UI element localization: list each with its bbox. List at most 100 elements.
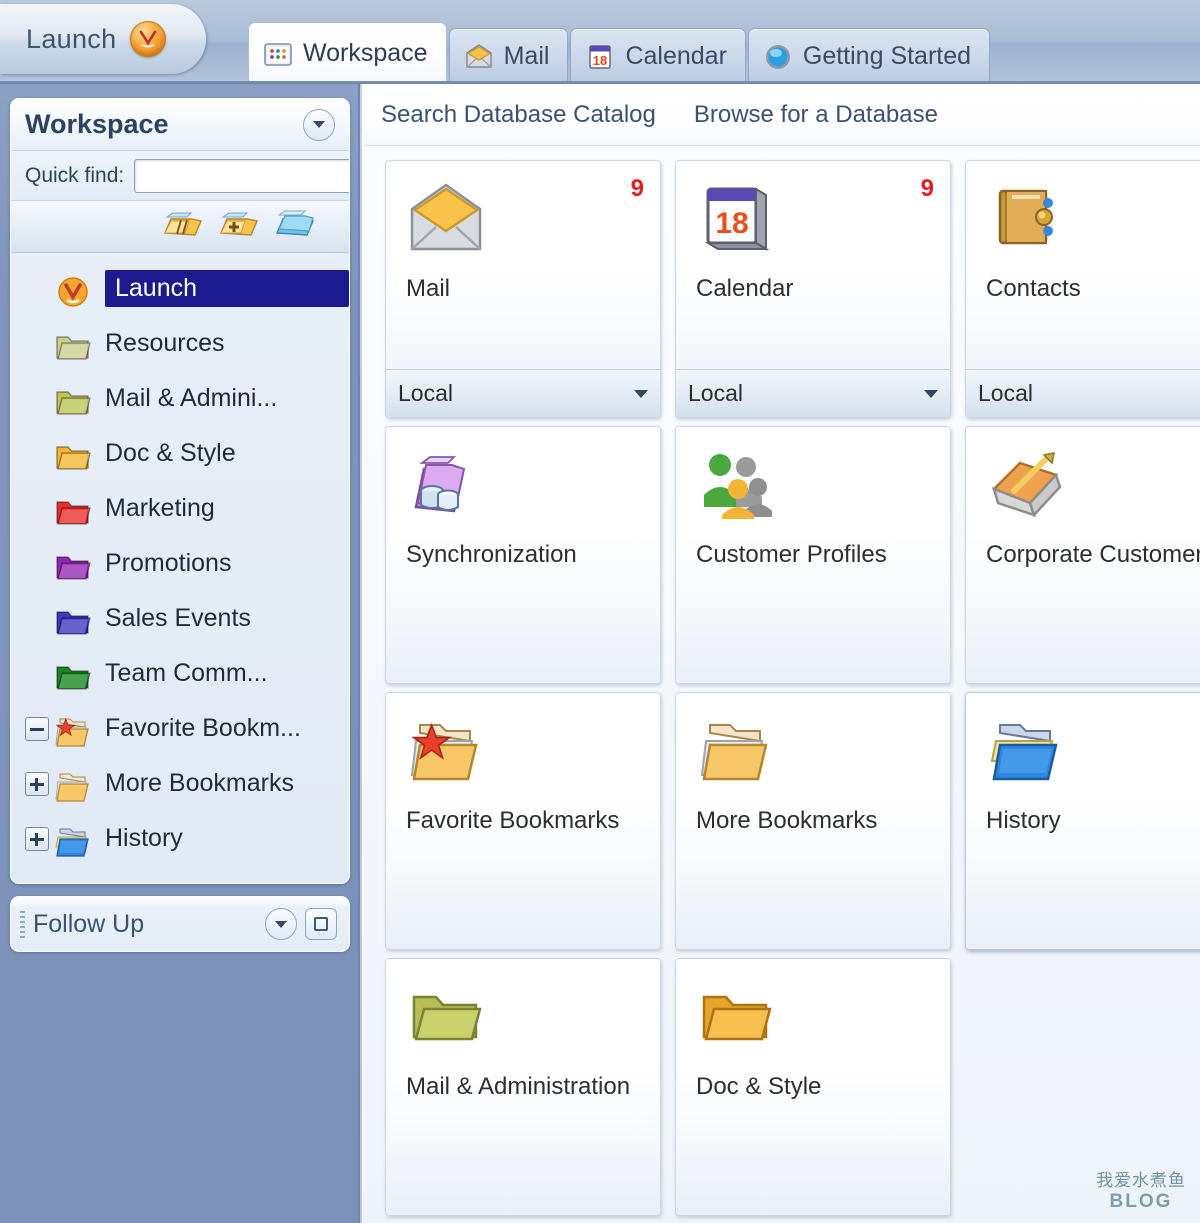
tab-getting-started[interactable]: Getting Started xyxy=(747,28,991,84)
database-tile-grid: 9 Mail Local 18 9 Calendar Local Contacts Local S… xyxy=(363,146,1200,1216)
add-folder-icon[interactable] xyxy=(217,207,265,247)
sidebar-item-favorite-bookm[interactable]: Favorite Bookm... xyxy=(11,701,349,756)
folder-icon xyxy=(53,437,95,471)
database-tile-title: Corporate Customers xyxy=(986,541,1200,568)
tab-getting-started-label: Getting Started xyxy=(802,42,972,70)
tab-calendar[interactable]: 18 Calendar xyxy=(570,28,746,84)
blue-sphere-icon xyxy=(763,42,793,72)
sidebar-item-mail-admini[interactable]: Mail & Admini... xyxy=(11,371,349,426)
sync-database-icon xyxy=(406,445,486,525)
sidebar-item-doc-style[interactable]: Doc & Style xyxy=(11,426,349,481)
database-tile-title: Mail & Administration xyxy=(406,1073,631,1100)
blue-folders-icon[interactable] xyxy=(273,207,321,247)
sidebar-item-label: Launch xyxy=(105,270,349,307)
database-tile-title: Mail xyxy=(406,275,451,302)
history-folder-icon xyxy=(986,711,1066,791)
calendar-18-icon: 18 xyxy=(696,179,776,259)
workspace-panel-header: Workspace xyxy=(11,99,349,151)
database-tile[interactable]: Synchronization xyxy=(385,426,661,684)
database-tile[interactable]: 9 Mail Local xyxy=(385,160,661,418)
tab-workspace-label: Workspace xyxy=(303,39,428,67)
follow-up-panel[interactable]: Follow Up xyxy=(10,896,350,952)
workspace-tree: Launch Resources Mail & Admini... Doc & Sty… xyxy=(11,253,349,883)
history-folder-icon xyxy=(53,822,95,857)
chevron-down-icon[interactable] xyxy=(924,389,938,398)
tile-location-bar[interactable]: Local xyxy=(676,369,950,417)
browse-for-a-database-link[interactable]: Browse for a Database xyxy=(694,101,938,129)
sidebar-item-history[interactable]: History xyxy=(11,811,349,866)
sidebar-item-resources[interactable]: Resources xyxy=(11,316,349,371)
launch-button[interactable]: Launch xyxy=(0,4,206,74)
database-tile[interactable]: Doc & Style xyxy=(675,958,951,1216)
favorite-folder-icon xyxy=(53,712,95,747)
favorite-folder-icon xyxy=(406,711,486,791)
database-tile-title: Doc & Style xyxy=(696,1073,822,1100)
folder-stack-icon xyxy=(696,711,776,791)
unread-count-badge: 9 xyxy=(920,175,934,202)
sidebar-item-label: More Bookmarks xyxy=(105,769,294,797)
mail-envelope-icon xyxy=(464,42,494,72)
drag-handle[interactable] xyxy=(20,911,25,939)
collapse-icon[interactable] xyxy=(25,716,49,741)
chevron-down-icon[interactable] xyxy=(303,108,335,141)
chevron-down-icon[interactable] xyxy=(265,908,297,940)
database-tile[interactable]: Customer Profiles xyxy=(675,426,951,684)
calendar-18-icon: 18 xyxy=(585,42,615,72)
sidebar-item-team-comm[interactable]: Team Comm... xyxy=(11,646,349,701)
lotus-notes-orb-icon xyxy=(130,21,167,57)
sidebar-item-more-bookmarks[interactable]: More Bookmarks xyxy=(11,756,349,811)
tile-location-bar[interactable]: Local xyxy=(386,369,660,417)
quick-find-input[interactable] xyxy=(134,158,349,193)
database-tile[interactable]: Favorite Bookmarks xyxy=(385,692,661,950)
launch-button-label: Launch xyxy=(26,23,117,54)
database-tile-title: Favorite Bookmarks xyxy=(406,807,620,834)
folder-icon xyxy=(53,492,95,526)
book-pencil-icon xyxy=(986,445,1066,525)
action-bar: Search Database Catalog Browse for a Dat… xyxy=(363,84,1200,146)
tab-workspace[interactable]: Workspace xyxy=(248,22,447,84)
sidebar: Workspace Quick find: Launch Resources M… xyxy=(0,84,360,1223)
tab-strip: Workspace Mail 18 Calendar Getting Start… xyxy=(248,22,992,84)
sidebar-item-label: Resources xyxy=(105,329,225,357)
address-book-icon xyxy=(986,179,1066,259)
sidebar-item-launch[interactable]: Launch xyxy=(11,261,349,316)
workspace-icon xyxy=(263,39,293,69)
sort-folders-icon[interactable] xyxy=(161,207,209,247)
follow-up-title: Follow Up xyxy=(33,909,145,938)
sidebar-item-sales-events[interactable]: Sales Events xyxy=(11,591,349,646)
expand-icon[interactable] xyxy=(25,771,49,796)
tab-mail-label: Mail xyxy=(503,42,550,70)
database-tile[interactable]: Corporate Customers xyxy=(965,426,1200,684)
database-tile[interactable]: Mail & Administration xyxy=(385,958,661,1216)
chevron-down-icon[interactable] xyxy=(634,389,648,398)
tile-location-label: Local xyxy=(688,380,743,406)
sidebar-item-label: Promotions xyxy=(105,549,232,577)
database-tile[interactable]: 18 9 Calendar Local xyxy=(675,160,951,418)
database-tile[interactable]: More Bookmarks xyxy=(675,692,951,950)
expand-icon[interactable] xyxy=(25,826,49,851)
workspace-toolbar xyxy=(11,201,349,253)
sidebar-item-promotions[interactable]: Promotions xyxy=(11,536,349,591)
sidebar-item-label: Favorite Bookm... xyxy=(105,714,301,742)
sidebar-item-label: Team Comm... xyxy=(105,659,268,687)
search-database-catalog-link[interactable]: Search Database Catalog xyxy=(381,101,656,129)
unread-count-badge: 9 xyxy=(630,175,644,202)
database-tile[interactable]: Contacts Local xyxy=(965,160,1200,418)
restore-window-icon[interactable] xyxy=(305,908,337,940)
sidebar-item-label: Doc & Style xyxy=(105,439,236,467)
launch-orb-icon xyxy=(53,272,95,307)
people-group-icon xyxy=(696,445,776,525)
database-tile[interactable]: History xyxy=(965,692,1200,950)
sidebar-item-marketing[interactable]: Marketing xyxy=(11,481,349,536)
folder-olive-icon xyxy=(406,977,486,1057)
main-content: Search Database Catalog Browse for a Dat… xyxy=(362,84,1200,1223)
folder-icon xyxy=(53,382,95,416)
folder-icon xyxy=(53,547,95,581)
tab-mail[interactable]: Mail xyxy=(448,28,569,84)
